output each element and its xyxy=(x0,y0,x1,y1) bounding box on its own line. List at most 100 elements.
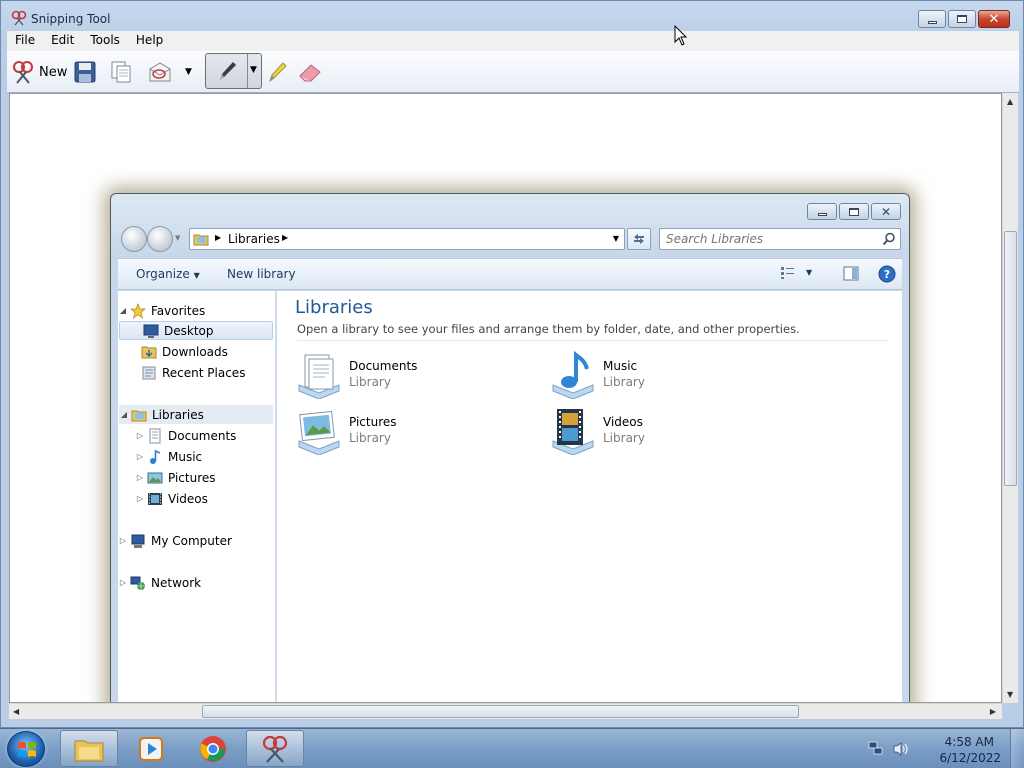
library-item-documents[interactable]: Documents Library xyxy=(295,351,535,401)
tree-item-recent-places[interactable]: Recent Places xyxy=(118,363,274,382)
search-input[interactable] xyxy=(666,232,876,246)
expanded-chevron-icon[interactable]: ◢ xyxy=(119,410,129,419)
tree-item-favorites[interactable]: ◢ Favorites xyxy=(118,301,274,320)
scroll-down-arrow-icon[interactable]: ▼ xyxy=(1007,690,1013,699)
explorer-maximize-button[interactable] xyxy=(839,203,869,220)
snipping-tool-window: Snipping Tool ✕ File Edit Tools Help New xyxy=(0,0,1024,728)
address-dropdown-chevron-icon[interactable]: ▼ xyxy=(613,234,619,243)
explorer-window-controls: ✕ xyxy=(807,203,901,220)
libraries-folder-icon xyxy=(193,234,209,246)
chevron-down-icon: ▼ xyxy=(193,271,200,280)
send-snip-dropdown[interactable]: ▼ xyxy=(185,57,192,87)
pen-dropdown-chevron-icon[interactable]: ▼ xyxy=(250,65,257,75)
refresh-button[interactable] xyxy=(627,228,651,250)
search-icon[interactable] xyxy=(882,232,896,246)
view-options-button[interactable] xyxy=(780,266,796,283)
collapsed-chevron-icon[interactable]: ▷ xyxy=(118,536,128,545)
window-controls: ✕ xyxy=(918,10,1010,28)
explorer-close-button[interactable]: ✕ xyxy=(871,203,901,220)
view-dropdown-chevron-icon[interactable]: ▼ xyxy=(806,268,812,277)
clock-time[interactable]: 4:58 AM xyxy=(945,735,994,749)
expanded-chevron-icon[interactable]: ◢ xyxy=(118,306,128,315)
close-icon: ✕ xyxy=(988,11,1000,27)
taskbar-chrome-button[interactable] xyxy=(184,730,242,767)
tree-item-network[interactable]: ▷ Network xyxy=(118,573,274,592)
tree-item-desktop[interactable]: Desktop xyxy=(119,321,273,340)
copy-button[interactable] xyxy=(109,57,133,87)
horizontal-scrollbar[interactable]: ◀ ▶ xyxy=(9,703,1002,719)
breadcrumb-chevron-icon[interactable]: ▶ xyxy=(215,233,221,242)
library-item-music[interactable]: Music Library xyxy=(549,351,789,401)
new-library-button[interactable]: New library xyxy=(227,267,296,281)
minimize-icon xyxy=(927,20,937,24)
network-status-icon[interactable] xyxy=(868,741,884,757)
scroll-left-arrow-icon[interactable]: ◀ xyxy=(13,707,19,716)
menu-tools[interactable]: Tools xyxy=(82,31,128,51)
menu-help[interactable]: Help xyxy=(128,31,171,51)
organize-button[interactable]: Organize ▼ xyxy=(136,267,200,281)
title-bar[interactable]: Snipping Tool ✕ xyxy=(1,1,1023,31)
collapsed-chevron-icon[interactable]: ▷ xyxy=(135,473,145,482)
copy-icon xyxy=(111,61,131,83)
save-button[interactable] xyxy=(73,57,97,87)
collapsed-chevron-icon[interactable]: ▷ xyxy=(135,494,145,503)
tree-label: Libraries xyxy=(152,407,204,422)
tree-label: Videos xyxy=(168,491,208,506)
tree-item-documents[interactable]: ▷ Documents xyxy=(118,426,274,445)
taskbar-media-player-button[interactable] xyxy=(122,730,180,767)
collapsed-chevron-icon[interactable]: ▷ xyxy=(135,452,145,461)
scroll-right-arrow-icon[interactable]: ▶ xyxy=(990,707,996,716)
preview-pane-button[interactable] xyxy=(843,266,859,284)
collapsed-chevron-icon[interactable]: ▷ xyxy=(135,431,145,440)
tree-label: My Computer xyxy=(151,533,232,548)
tree-item-pictures[interactable]: ▷ Pictures xyxy=(118,468,274,487)
back-button[interactable] xyxy=(121,226,147,252)
pen-button[interactable]: ▼ xyxy=(205,53,262,89)
preview-pane-icon xyxy=(843,266,859,281)
tree-item-my-computer[interactable]: ▷ My Computer xyxy=(118,531,274,550)
collapsed-chevron-icon[interactable]: ▷ xyxy=(118,578,128,587)
highlighter-button[interactable] xyxy=(265,57,289,87)
close-button[interactable]: ✕ xyxy=(978,10,1010,28)
library-type: Library xyxy=(603,375,645,389)
clock-date[interactable]: 6/12/2022 xyxy=(939,751,1001,765)
videos-library-icon xyxy=(552,409,594,455)
tree-item-downloads[interactable]: Downloads xyxy=(118,342,274,361)
library-item-videos[interactable]: Videos Library xyxy=(549,407,789,457)
explorer-minimize-button[interactable] xyxy=(807,203,837,220)
library-item-pictures[interactable]: Pictures Library xyxy=(295,407,535,457)
maximize-button[interactable] xyxy=(948,10,976,28)
mouse-cursor-icon xyxy=(674,25,688,46)
system-tray: 4:58 AM 6/12/2022 xyxy=(854,729,1024,768)
tree-item-videos[interactable]: ▷ Videos xyxy=(118,489,274,508)
breadcrumb-libraries[interactable]: Libraries xyxy=(228,232,280,246)
forward-button[interactable] xyxy=(147,226,173,252)
snipping-tool-icon xyxy=(262,735,288,763)
eraser-button[interactable] xyxy=(297,57,323,87)
snipping-tool-icon xyxy=(11,10,27,26)
tree-label: Desktop xyxy=(164,323,214,338)
vertical-scroll-thumb[interactable] xyxy=(1004,231,1017,486)
breadcrumb-chevron-icon[interactable]: ▶ xyxy=(282,233,288,242)
content-pane: Libraries Open a library to see your fil… xyxy=(277,291,902,702)
minimize-button[interactable] xyxy=(918,10,946,28)
show-desktop-button[interactable] xyxy=(1010,729,1024,768)
tree-item-libraries[interactable]: ◢ Libraries xyxy=(119,405,273,424)
windows-logo-icon xyxy=(18,742,36,757)
address-bar[interactable]: ▶ Libraries ▶ ▼ xyxy=(189,228,625,250)
toolbar: New ▼ ▼ xyxy=(7,51,1019,93)
menu-file[interactable]: File xyxy=(7,31,43,51)
new-snip-button[interactable]: New xyxy=(11,57,67,87)
help-button[interactable]: ? xyxy=(878,265,896,286)
menu-edit[interactable]: Edit xyxy=(43,31,82,51)
tree-item-music[interactable]: ▷ Music xyxy=(118,447,274,466)
horizontal-scroll-thumb[interactable] xyxy=(202,705,799,718)
send-snip-button[interactable] xyxy=(147,57,173,87)
taskbar-snipping-tool-button[interactable] xyxy=(246,730,304,767)
vertical-scrollbar[interactable]: ▲ ▼ xyxy=(1002,93,1018,703)
scroll-up-arrow-icon[interactable]: ▲ xyxy=(1007,97,1013,106)
recent-pages-chevron-icon[interactable]: ▼ xyxy=(175,234,180,242)
volume-icon[interactable] xyxy=(892,741,910,757)
start-button[interactable] xyxy=(7,731,45,767)
taskbar-explorer-button[interactable] xyxy=(60,730,118,767)
